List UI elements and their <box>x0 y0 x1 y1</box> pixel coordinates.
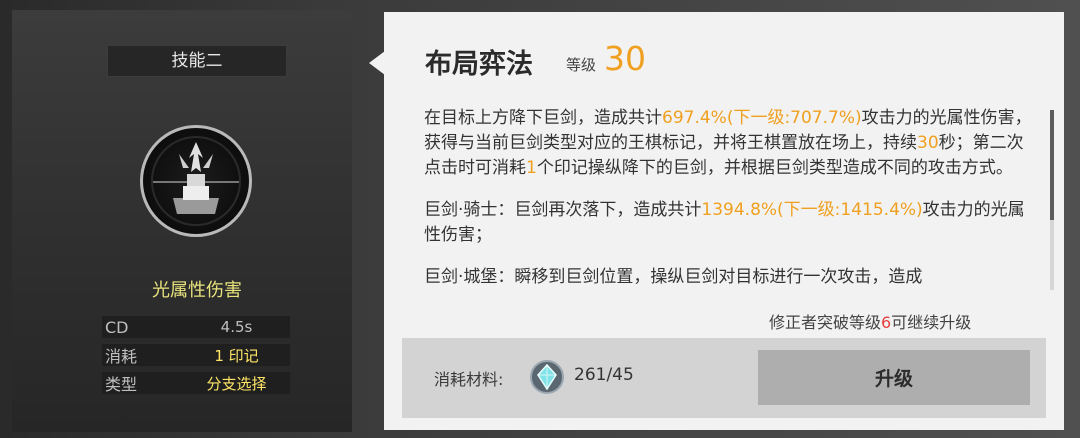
material-count: 261/45 <box>574 365 634 385</box>
stat-value: 1 印记 <box>214 346 259 365</box>
level-label: 等级 <box>566 56 597 74</box>
material-label: 消耗材料: <box>434 370 504 389</box>
highlighted-value: 6 <box>881 313 892 332</box>
description-paragraph-2: 巨剑·骑士：巨剑再次落下，造成共计1394.8%(下一级:1415.4%)攻击力… <box>424 198 1036 248</box>
stat-row-cost: 消耗 1 印记 <box>102 344 290 366</box>
skill-summary-panel: 技能二 光属性伤害 CD 4.5s 消耗 1 印记 类型 分支选择 <box>12 10 352 432</box>
skill-slot-title: 技能二 <box>107 45 287 77</box>
crystal-material-icon[interactable] <box>528 358 566 396</box>
stat-key: 类型 <box>105 375 138 394</box>
knight-chess-skill-icon <box>140 125 252 237</box>
stat-key: CD <box>105 317 129 337</box>
text-segment: 巨剑·城堡：瞬移到巨剑位置，操纵巨剑对目标进行一次攻击，造成 <box>424 267 923 287</box>
highlighted-value: 697.4%(下一级:707.7%) <box>662 108 862 128</box>
highlighted-value: 30 <box>917 133 939 153</box>
stat-value: 分支选择 <box>206 374 267 393</box>
text-segment: 修正者突破等级 <box>769 313 882 332</box>
text-segment: 巨剑·骑士：巨剑再次落下，造成共计 <box>424 200 702 220</box>
level-value: 30 <box>604 39 646 78</box>
upgrade-bar: 消耗材料: 261/45 升级 <box>402 338 1046 418</box>
description-scrollbar[interactable] <box>1050 110 1054 290</box>
skill-name: 布局弈法 <box>425 49 533 80</box>
skill-detail-card: 布局弈法 等级 30 在目标上方降下巨剑，造成共计697.4%(下一级:707.… <box>384 12 1064 430</box>
damage-type-label: 光属性伤害 <box>152 280 242 301</box>
stat-value: 4.5s <box>220 318 253 336</box>
stat-row-type: 类型 分支选择 <box>102 372 290 394</box>
text-segment: 在目标上方降下巨剑，造成共计 <box>424 108 662 128</box>
text-segment: 个印记操纵降下的巨剑，并根据巨剑类型造成不同的攻击方式。 <box>536 158 1013 178</box>
scrollbar-thumb[interactable] <box>1050 110 1054 220</box>
highlighted-value: 1 <box>526 158 537 178</box>
breakthrough-requirement-note: 修正者突破等级6可继续升级 <box>769 309 971 333</box>
upgrade-button[interactable]: 升级 <box>758 350 1030 405</box>
description-paragraph-1: 在目标上方降下巨剑，造成共计697.4%(下一级:707.7%)攻击力的光属性伤… <box>424 106 1036 181</box>
description-paragraph-3: 巨剑·城堡：瞬移到巨剑位置，操纵巨剑对目标进行一次攻击，造成 <box>424 265 1036 290</box>
card-pointer-notch <box>369 51 385 75</box>
highlighted-value: 1394.8%(下一级:1415.4%) <box>701 200 923 220</box>
skill-description[interactable]: 在目标上方降下巨剑，造成共计697.4%(下一级:707.7%)攻击力的光属性伤… <box>424 106 1036 290</box>
stat-key: 消耗 <box>105 347 138 366</box>
text-segment: 可继续升级 <box>891 313 972 332</box>
stat-row-cd: CD 4.5s <box>102 316 290 338</box>
